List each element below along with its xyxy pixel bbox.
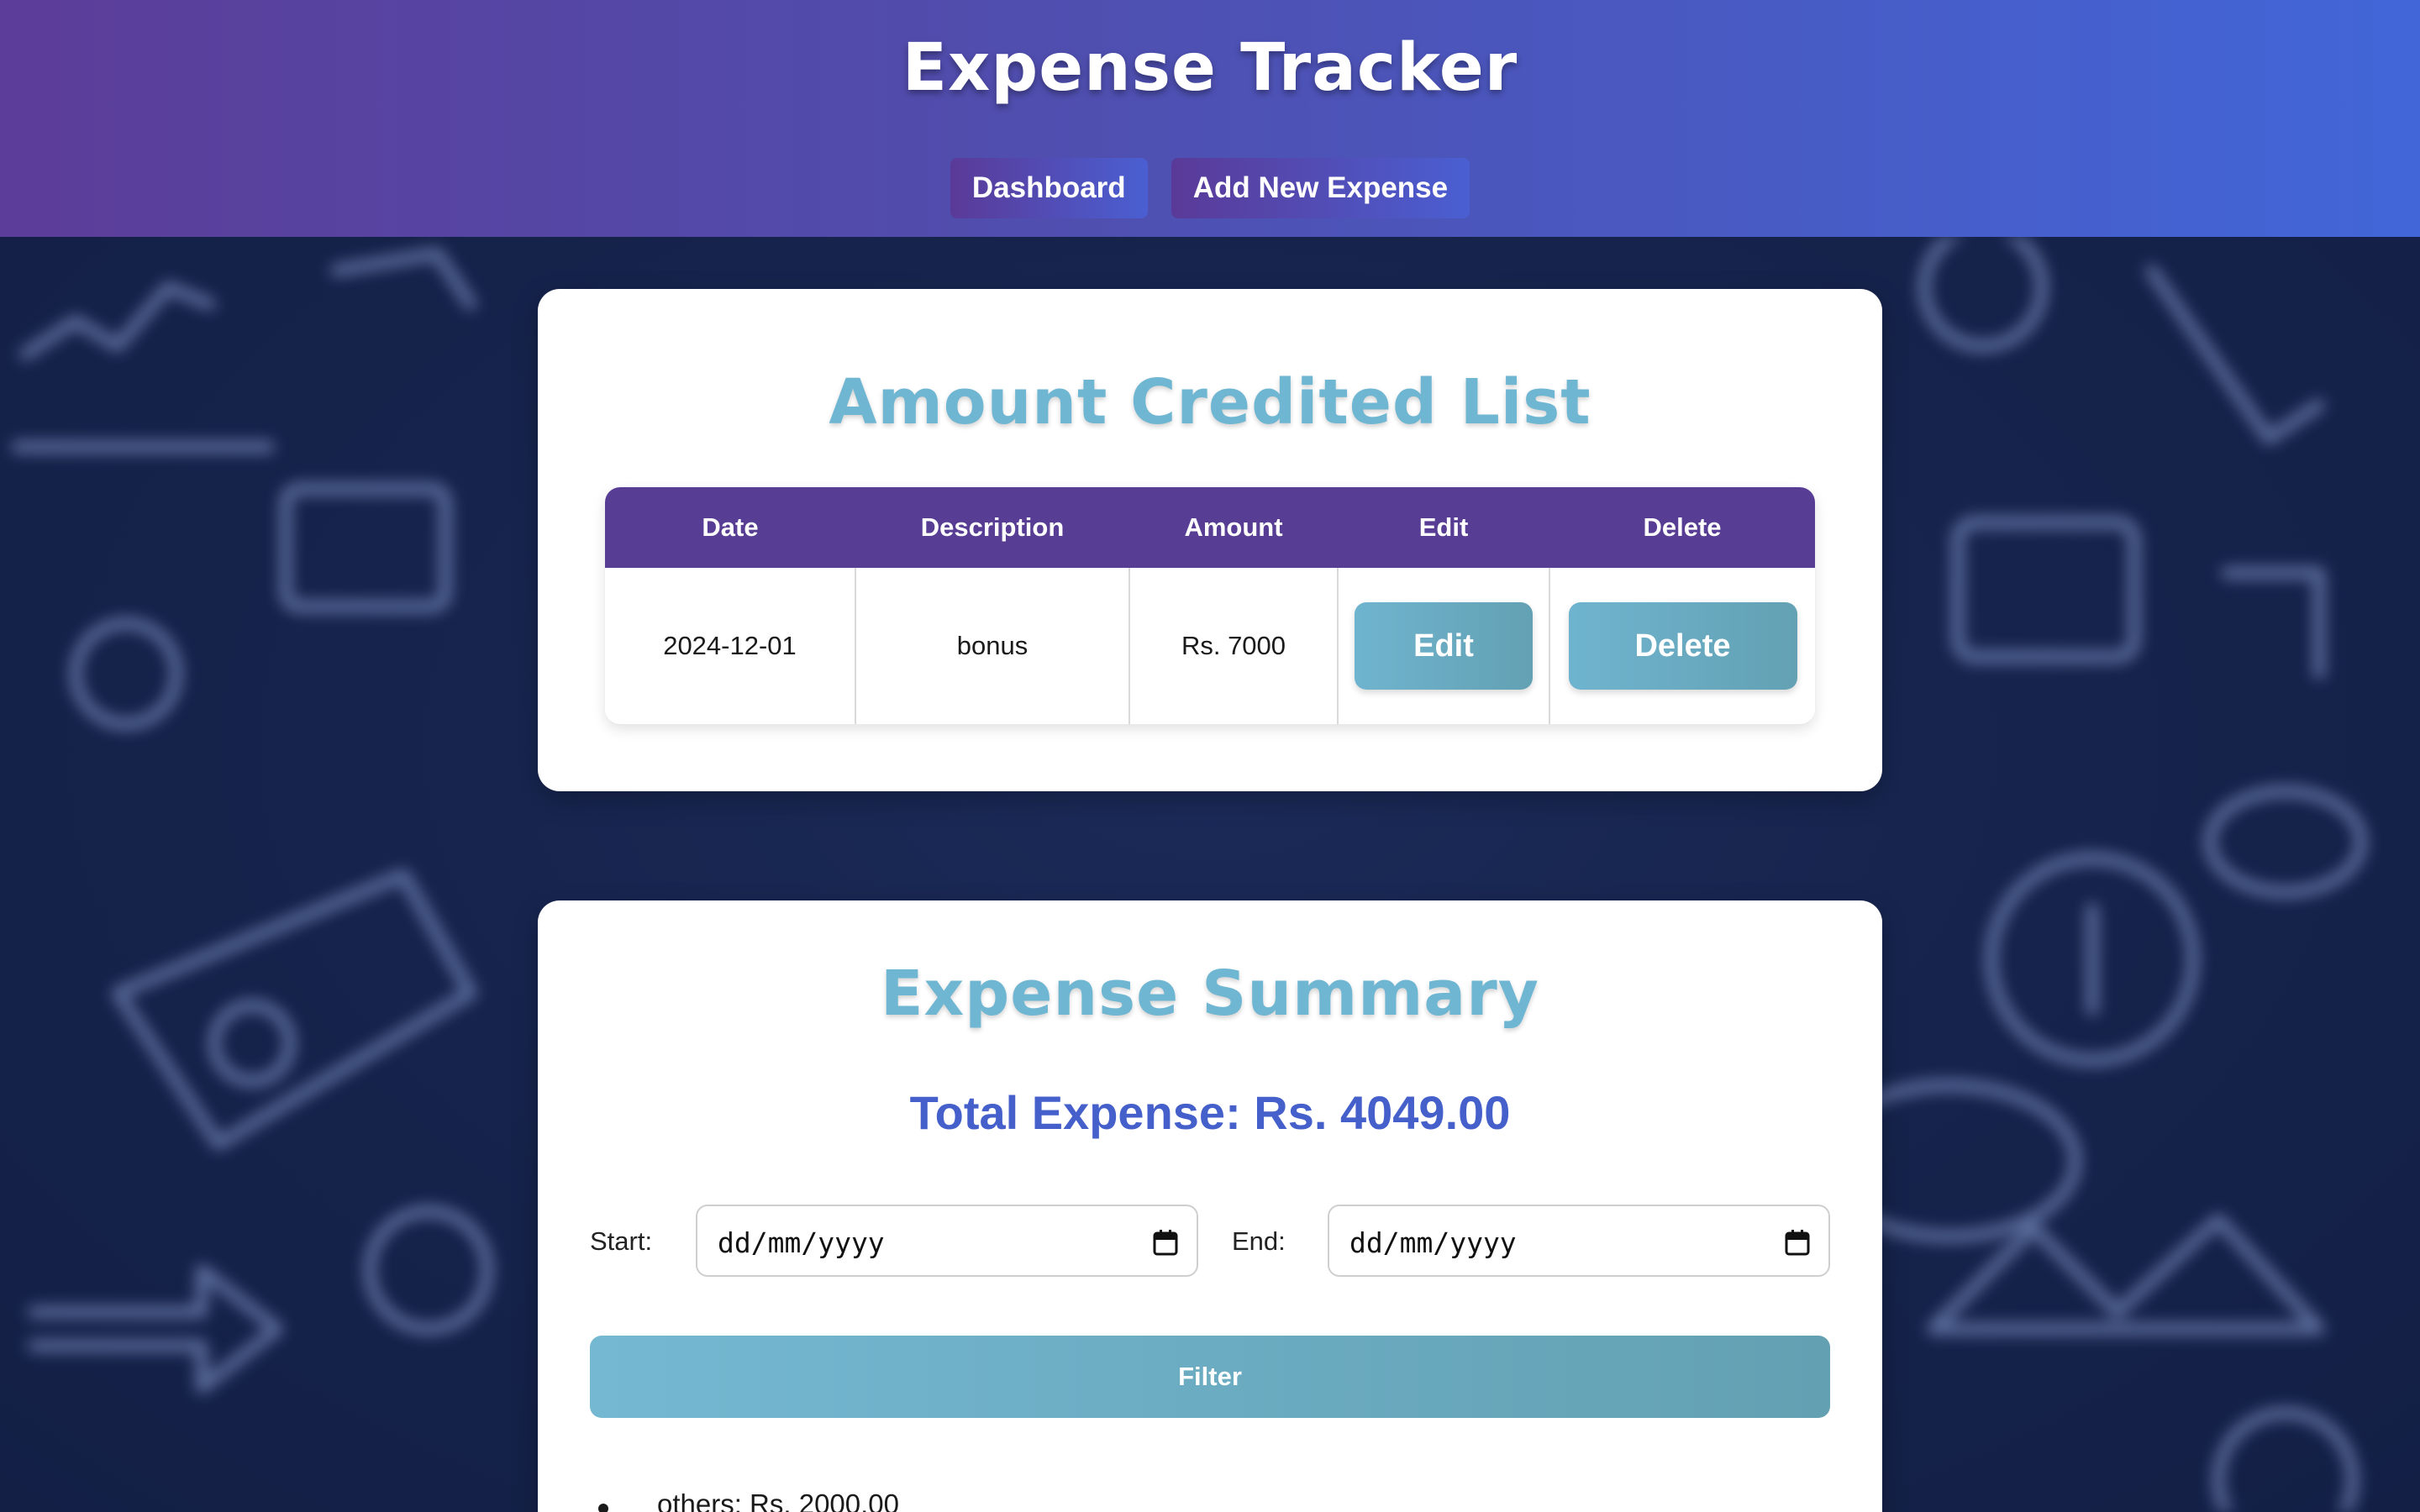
calendar-icon[interactable] [1153, 1229, 1178, 1256]
date-filter-row: Start: dd/mm/yyyy End: dd/mm/yyyy [590, 1205, 1833, 1277]
column-header-amount: Amount [1129, 487, 1338, 568]
list-item: others: Rs. 2000.00 [590, 1488, 1766, 1512]
column-header-delete: Delete [1549, 487, 1815, 568]
cell-edit: Edit [1338, 568, 1550, 724]
filter-button[interactable]: Filter [590, 1336, 1830, 1418]
main-nav: Dashboard Add New Expense [0, 158, 2420, 218]
app-title: Expense Tracker [902, 30, 1518, 106]
column-header-date: Date [605, 487, 855, 568]
column-header-edit: Edit [1338, 487, 1549, 568]
dashboard-button[interactable]: Dashboard [950, 158, 1148, 218]
table-header-row: Date Description Amount Edit Delete [605, 487, 1815, 568]
table-row: 2024-12-01 bonus Rs. 7000 Edit Delete [605, 568, 1815, 724]
end-date-placeholder: dd/mm/yyyy [1349, 1226, 1517, 1259]
column-header-description: Description [855, 487, 1129, 568]
expense-summary-title: Expense Summary [881, 958, 1539, 1030]
start-date-input[interactable]: dd/mm/yyyy [696, 1205, 1198, 1277]
category-summary-list: others: Rs. 2000.00 [590, 1488, 1766, 1512]
app-header: Expense Tracker Dashboard Add New Expens… [0, 0, 2420, 237]
expense-summary-card: Expense Summary Total Expense: Rs. 4049.… [538, 900, 1882, 1512]
credited-list-title: Amount Credited List [829, 366, 1591, 438]
add-new-expense-button[interactable]: Add New Expense [1171, 158, 1470, 218]
start-date-placeholder: dd/mm/yyyy [718, 1226, 885, 1259]
end-label: End: [1232, 1226, 1286, 1256]
credited-list-card: Amount Credited List Date Description Am… [538, 289, 1882, 791]
calendar-icon[interactable] [1785, 1229, 1810, 1256]
start-label: Start: [590, 1226, 653, 1256]
total-expense: Total Expense: Rs. 4049.00 [909, 1086, 1511, 1139]
delete-button[interactable]: Delete [1568, 602, 1797, 690]
end-date-input[interactable]: dd/mm/yyyy [1328, 1205, 1830, 1277]
cell-description: bonus [855, 568, 1130, 724]
cell-date: 2024-12-01 [605, 568, 856, 724]
edit-button[interactable]: Edit [1355, 602, 1533, 690]
cell-delete: Delete [1549, 568, 1815, 724]
credited-table: Date Description Amount Edit Delete 2024… [605, 487, 1815, 724]
cell-amount: Rs. 7000 [1129, 568, 1339, 724]
